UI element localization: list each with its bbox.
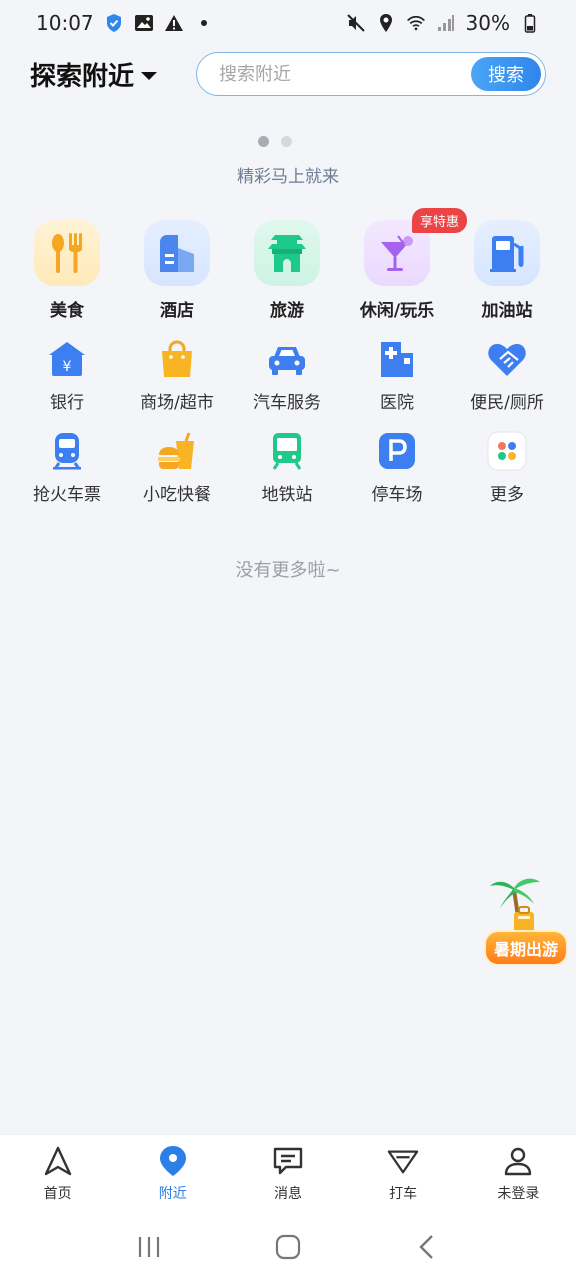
category-label: 抢火车票 bbox=[33, 485, 101, 505]
nav-nearby[interactable]: 附近 bbox=[115, 1135, 230, 1214]
svg-text:¥: ¥ bbox=[63, 359, 72, 375]
nav-label: 附近 bbox=[158, 1186, 187, 1202]
category-mall[interactable]: 商场/超市 bbox=[122, 338, 232, 413]
banner-dot[interactable] bbox=[258, 136, 269, 147]
category-hospital[interactable]: 医院 bbox=[342, 338, 452, 413]
home-icon bbox=[275, 1234, 301, 1260]
category-label: 加油站 bbox=[481, 301, 533, 321]
home-button[interactable] bbox=[268, 1227, 308, 1267]
category-label: 美食 bbox=[50, 301, 84, 321]
category-label: 旅游 bbox=[270, 301, 304, 321]
bottom-nav: 首页 附近 消息 打车 未登录 bbox=[0, 1134, 576, 1214]
signal-icon bbox=[436, 13, 456, 33]
header: 探索附近 搜索 bbox=[0, 46, 576, 102]
category-label: 小吃快餐 bbox=[143, 485, 211, 505]
pavilion-icon bbox=[254, 220, 320, 286]
banner-dots bbox=[258, 136, 292, 147]
system-nav-bar bbox=[0, 1214, 576, 1280]
battery-icon bbox=[520, 13, 540, 33]
navigate-arrow-icon bbox=[42, 1145, 74, 1177]
nav-messages[interactable]: 消息 bbox=[230, 1135, 345, 1214]
more-dots-icon bbox=[486, 430, 528, 472]
fuel-pump-icon bbox=[474, 220, 540, 286]
category-food[interactable]: 美食 bbox=[12, 220, 122, 321]
no-more-text: 没有更多啦~ bbox=[235, 560, 341, 581]
primary-categories: 美食 酒店 旅游 享特惠 休闲/玩乐 加油站 bbox=[0, 208, 576, 321]
page-title: 探索附近 bbox=[30, 61, 135, 92]
category-label: 休闲/玩乐 bbox=[359, 301, 435, 321]
banner-dot[interactable] bbox=[281, 136, 292, 147]
taxi-icon bbox=[387, 1145, 419, 1177]
summer-travel-label: 暑期出游 bbox=[484, 930, 569, 966]
banner-text: 精彩马上就来 bbox=[237, 167, 339, 187]
category-label: 医院 bbox=[380, 393, 414, 413]
location-pin-icon bbox=[157, 1145, 189, 1177]
nav-label: 消息 bbox=[273, 1186, 302, 1202]
hotel-building-icon bbox=[144, 220, 210, 286]
category-hotel[interactable]: 酒店 bbox=[122, 220, 232, 321]
category-more[interactable]: 更多 bbox=[452, 430, 562, 505]
category-gas-station[interactable]: 加油站 bbox=[452, 220, 562, 321]
nav-profile[interactable]: 未登录 bbox=[461, 1135, 576, 1214]
nav-label: 首页 bbox=[43, 1186, 72, 1202]
category-label: 汽车服务 bbox=[253, 393, 321, 413]
category-convenience[interactable]: 便民/厕所 bbox=[452, 338, 562, 413]
category-subway[interactable]: 地铁站 bbox=[232, 430, 342, 505]
category-label: 停车场 bbox=[371, 485, 423, 505]
nav-label: 未登录 bbox=[497, 1186, 540, 1202]
mute-icon bbox=[346, 13, 366, 33]
category-label: 地铁站 bbox=[261, 485, 313, 505]
back-button[interactable] bbox=[407, 1227, 447, 1267]
fork-spoon-icon bbox=[34, 220, 100, 286]
car-icon bbox=[266, 338, 308, 380]
category-label: 商场/超市 bbox=[140, 393, 214, 413]
back-icon bbox=[418, 1235, 433, 1259]
category-leisure[interactable]: 享特惠 休闲/玩乐 bbox=[342, 208, 468, 321]
category-label: 便民/厕所 bbox=[470, 393, 544, 413]
shopping-bag-icon bbox=[156, 338, 198, 380]
bank-icon: ¥ bbox=[46, 338, 88, 380]
train-icon bbox=[46, 430, 88, 472]
secondary-categories-row-1: ¥ 银行 商场/超市 汽车服务 医院 便民/厕所 bbox=[0, 338, 576, 413]
category-travel[interactable]: 旅游 bbox=[232, 220, 342, 321]
category-parking[interactable]: 停车场 bbox=[342, 430, 452, 505]
category-train-ticket[interactable]: 抢火车票 bbox=[12, 430, 122, 505]
caret-down-icon bbox=[140, 59, 158, 89]
category-label: 酒店 bbox=[160, 301, 194, 321]
search-button[interactable]: 搜索 bbox=[471, 57, 541, 91]
warning-icon bbox=[164, 13, 184, 33]
summer-travel-promo[interactable]: 暑期出游 bbox=[480, 872, 574, 966]
nav-label: 打车 bbox=[389, 1186, 418, 1202]
message-icon bbox=[272, 1145, 304, 1177]
parking-icon bbox=[376, 430, 418, 472]
status-time: 10:07 bbox=[36, 11, 94, 35]
category-label: 更多 bbox=[490, 485, 524, 505]
image-icon bbox=[134, 13, 154, 33]
nav-taxi[interactable]: 打车 bbox=[346, 1135, 461, 1214]
status-bar: 10:07 30% bbox=[0, 0, 576, 46]
category-car-service[interactable]: 汽车服务 bbox=[232, 338, 342, 413]
category-bank[interactable]: ¥ 银行 bbox=[12, 338, 122, 413]
location-icon bbox=[376, 13, 396, 33]
recent-apps-icon bbox=[139, 1237, 160, 1257]
status-left: 10:07 bbox=[36, 11, 214, 35]
user-icon bbox=[502, 1145, 534, 1177]
search-input[interactable] bbox=[219, 63, 439, 85]
nav-home[interactable]: 首页 bbox=[0, 1135, 115, 1214]
wifi-icon bbox=[406, 13, 426, 33]
status-right: 30% bbox=[346, 11, 540, 35]
recent-apps-button[interactable] bbox=[129, 1227, 169, 1267]
fast-food-icon bbox=[156, 430, 198, 472]
battery-text: 30% bbox=[465, 11, 510, 35]
notification-dot-icon bbox=[194, 13, 214, 33]
secondary-categories-row-2: 抢火车票 小吃快餐 地铁站 停车场 更多 bbox=[0, 430, 576, 505]
shield-icon bbox=[104, 13, 124, 33]
category-label: 银行 bbox=[50, 393, 84, 413]
search-box[interactable]: 搜索 bbox=[196, 52, 546, 96]
location-selector[interactable]: 探索附近 bbox=[30, 56, 158, 93]
category-fast-food[interactable]: 小吃快餐 bbox=[122, 430, 232, 505]
hospital-icon bbox=[376, 338, 418, 380]
subway-icon bbox=[266, 430, 308, 472]
handshake-heart-icon bbox=[486, 338, 528, 380]
